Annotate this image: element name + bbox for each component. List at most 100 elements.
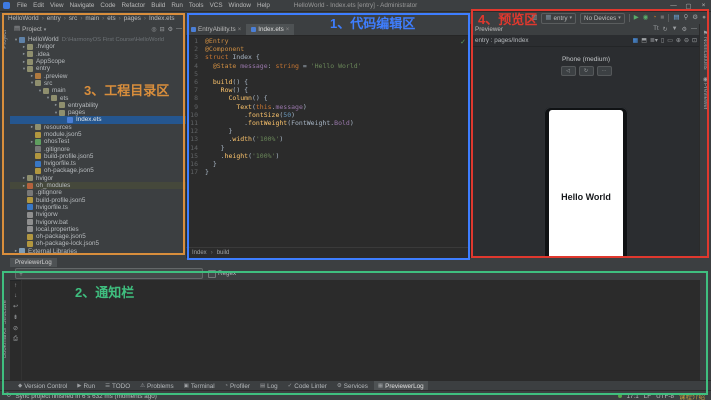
- tree-item-hvigor[interactable]: ▸ hvigor: [10, 175, 186, 182]
- locate-file-icon[interactable]: ◎: [151, 26, 156, 33]
- breadcrumb-main[interactable]: main: [85, 15, 99, 22]
- tree-item-local-properties[interactable]: local.properties: [10, 226, 186, 233]
- project-panel-title[interactable]: Project: [22, 26, 42, 33]
- breadcrumb-helloworld[interactable]: HelloWorld: [8, 15, 39, 22]
- menu-view[interactable]: View: [47, 2, 67, 9]
- tool-stripe-structure[interactable]: Structure: [2, 300, 8, 324]
- hide-panel-icon[interactable]: —: [691, 26, 697, 33]
- layout-dropdown-icon[interactable]: ≣▾: [650, 37, 658, 44]
- component-tree-icon[interactable]: ⬒: [641, 37, 647, 44]
- soft-wrap-icon[interactable]: ↩: [13, 303, 18, 310]
- tool-stripe-bookmarks[interactable]: Bookmarks: [2, 328, 8, 358]
- settings-icon[interactable]: ⚙: [682, 26, 687, 33]
- collapse-all-icon[interactable]: ⊟: [160, 26, 165, 33]
- tree-item-ohostest[interactable]: ▸ ohosTest: [10, 138, 186, 145]
- font-size-icon[interactable]: Tt: [653, 26, 658, 33]
- tool-stripe-project[interactable]: Project: [2, 30, 8, 49]
- tree-item-entryability[interactable]: ▸ entryability: [10, 102, 186, 109]
- menu-refactor[interactable]: Refactor: [118, 2, 148, 9]
- tree-item-build-profile-json5[interactable]: build-profile.json5: [10, 197, 186, 204]
- code-area[interactable]: 1 @Entry 2 @Component 3 struct Index {4 @Stat…: [186, 37, 470, 248]
- caret-position[interactable]: 17:1: [627, 393, 639, 400]
- rotate-button[interactable]: ↻: [578, 66, 594, 76]
- tree-item-entry[interactable]: ▾ entry: [10, 65, 186, 72]
- landscape-icon[interactable]: ▭: [667, 37, 673, 44]
- menu-tools[interactable]: Tools: [186, 2, 207, 9]
- tree-item-pages[interactable]: ▾ pages: [10, 109, 186, 116]
- line-ending[interactable]: LF: [644, 393, 651, 400]
- tree-item-preview[interactable]: ▸ .preview: [10, 72, 186, 80]
- run-button[interactable]: ▶: [634, 14, 639, 22]
- debug-button[interactable]: ◉: [643, 14, 649, 22]
- breadcrumb-entry[interactable]: entry: [47, 15, 61, 22]
- tool-stripe-notifications[interactable]: ⚑Notifications: [702, 30, 709, 70]
- scroll-down-icon[interactable]: ↓: [14, 293, 17, 299]
- fit-screen-icon[interactable]: ⊡: [692, 37, 697, 44]
- breadcrumb-index-ets[interactable]: Index.ets: [149, 15, 175, 22]
- close-button[interactable]: ×: [696, 2, 711, 10]
- breadcrumb-method[interactable]: build: [217, 250, 230, 256]
- settings-icon[interactable]: ⚙: [168, 26, 173, 33]
- tree-item-hvigorw-bat[interactable]: hvigorw.bat: [10, 218, 186, 226]
- device-file-browser-icon[interactable]: ▤: [673, 14, 679, 22]
- tree-item-main[interactable]: ▾ main: [10, 87, 186, 94]
- profiler-button[interactable]: ◔: [652, 14, 656, 22]
- tree-item-helloworld[interactable]: ▾ HelloWorld D:\HarmonyOS First Course\Hel…: [10, 36, 186, 43]
- breadcrumb-struct[interactable]: Index: [192, 250, 207, 256]
- tree-item-idea[interactable]: ▸ .idea: [10, 51, 186, 58]
- tab-entryability-ts[interactable]: EntryAbility.ts ×: [186, 24, 246, 35]
- tree-item-hvigorfile-ts[interactable]: hvigorfile.ts: [10, 204, 186, 211]
- scroll-up-icon[interactable]: ↑: [14, 283, 17, 289]
- tree-item-module-json5[interactable]: module.json5: [10, 131, 186, 138]
- phone-screen[interactable]: Hello World: [549, 110, 623, 262]
- scroll-to-end-icon[interactable]: ⇟: [13, 314, 18, 321]
- search-everywhere-icon[interactable]: ⚲: [683, 14, 688, 22]
- tree-item-build-profile-json5[interactable]: build-profile.json5: [10, 153, 186, 160]
- tree-item-gitignore[interactable]: .gitignore: [10, 189, 186, 196]
- tool-stripe-previewer[interactable]: ◉Previewer: [702, 76, 709, 110]
- tree-item-hvigorw[interactable]: hvigorw: [10, 211, 186, 218]
- log-search-input[interactable]: [25, 270, 199, 277]
- print-icon[interactable]: ⎙: [13, 336, 18, 343]
- menu-help[interactable]: Help: [254, 2, 273, 9]
- checkbox-icon[interactable]: [208, 269, 216, 278]
- tree-item-hvigorfile-ts[interactable]: hvigorfile.ts: [10, 160, 186, 167]
- tree-item-hvigor[interactable]: ▸ .hvigor: [10, 43, 186, 50]
- refresh-icon[interactable]: ↻: [663, 26, 668, 33]
- tab-index-ets[interactable]: Index.ets ×: [246, 24, 295, 35]
- menu-build[interactable]: Build: [148, 2, 168, 9]
- tree-item-oh-package-lock-json5[interactable]: oh-package-lock.json5: [10, 240, 186, 247]
- portrait-icon[interactable]: ▯: [661, 37, 664, 44]
- tree-item-resources[interactable]: ▸ resources: [10, 124, 186, 131]
- file-encoding[interactable]: UTF-8: [656, 393, 674, 400]
- more-button[interactable]: ⋯: [596, 66, 612, 76]
- menu-window[interactable]: Window: [226, 2, 254, 9]
- close-tab-icon[interactable]: ×: [238, 27, 242, 33]
- device-manager-icon[interactable]: ▥: [531, 14, 537, 22]
- tree-item-index-ets[interactable]: Index.ets: [10, 116, 186, 124]
- menu-code[interactable]: Code: [97, 2, 118, 9]
- filter-icon[interactable]: ▼: [672, 26, 678, 33]
- menu-run[interactable]: Run: [168, 2, 186, 9]
- tree-item-oh-package-json5[interactable]: oh-package.json5: [10, 233, 186, 240]
- grid-view-icon[interactable]: ▦: [633, 37, 639, 44]
- tree-item-external-libraries[interactable]: ▸ External Libraries: [10, 248, 186, 255]
- device-selector[interactable]: No Devices ▾: [580, 12, 625, 24]
- tree-item-src[interactable]: ▾ src: [10, 80, 186, 87]
- maximize-button[interactable]: ▢: [681, 2, 696, 10]
- breadcrumb-src[interactable]: src: [69, 15, 77, 22]
- tree-item-appscope[interactable]: ▸ AppScope: [10, 58, 186, 65]
- clear-log-icon[interactable]: ⊘: [13, 325, 18, 332]
- breadcrumb-ets[interactable]: ets: [107, 15, 115, 22]
- stop-button[interactable]: ■: [660, 14, 664, 22]
- avatar[interactable]: ●: [702, 14, 706, 22]
- menu-file[interactable]: File: [14, 2, 30, 9]
- menu-edit[interactable]: Edit: [30, 2, 47, 9]
- module-selector[interactable]: ▦ entry ▾: [541, 12, 577, 24]
- zoom-in-icon[interactable]: ⊕: [676, 37, 681, 44]
- previewerlog-tab[interactable]: PreviewerLog: [10, 258, 57, 267]
- tree-item-ets[interactable]: ▾ ets: [10, 94, 186, 102]
- log-content[interactable]: [22, 280, 700, 380]
- menu-navigate[interactable]: Navigate: [67, 2, 98, 9]
- breadcrumb-pages[interactable]: pages: [124, 15, 141, 22]
